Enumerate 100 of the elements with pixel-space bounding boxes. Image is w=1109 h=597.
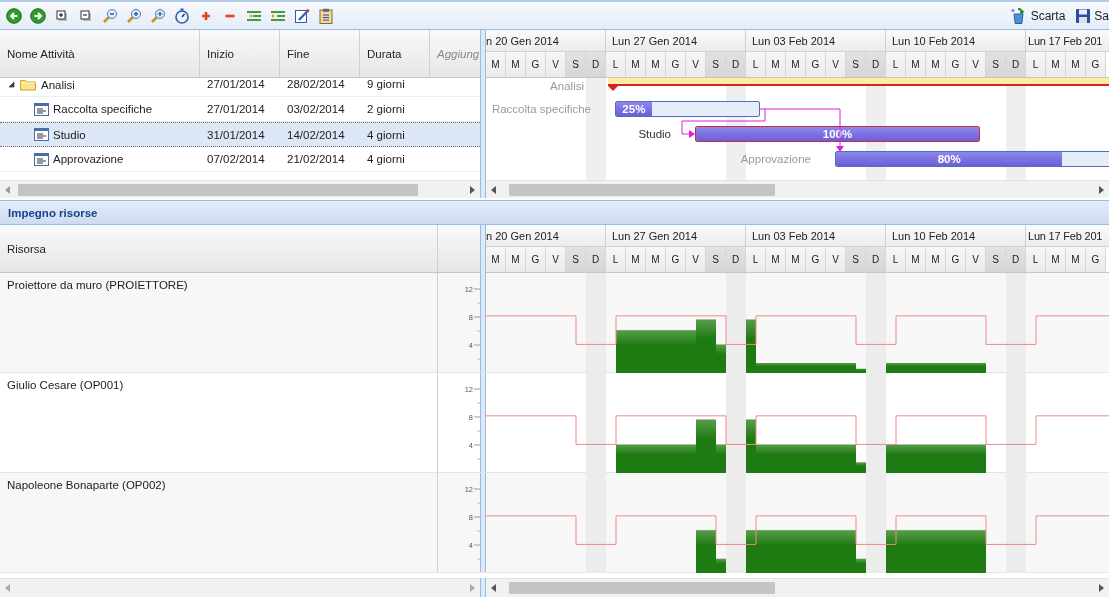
task-row[interactable]: Studio 31/01/2014 14/02/2014 4 giorni <box>0 122 480 147</box>
day-header: D <box>866 247 886 272</box>
column-header[interactable]: Nome Attività <box>0 30 200 77</box>
task-row[interactable]: Approvazione 07/02/2014 21/02/2014 4 giorni <box>0 147 480 172</box>
end-date: 21/02/2014 <box>287 153 345 165</box>
scroll-left-icon[interactable] <box>491 584 496 592</box>
column-header[interactable]: Durata <box>360 30 430 77</box>
edit-button[interactable] <box>294 7 310 24</box>
column-header <box>438 225 480 273</box>
day-header: D <box>726 247 746 272</box>
day-header: G <box>946 52 966 77</box>
column-header[interactable]: Fine <box>280 30 360 77</box>
day-header: L <box>1026 247 1046 272</box>
resource-name: Proiettore da muro (PROIETTORE) <box>7 279 188 291</box>
task-icon <box>34 152 49 166</box>
task-bar[interactable]: 100% <box>695 126 980 142</box>
scrollbar[interactable] <box>486 578 1109 597</box>
collapse-all-button[interactable] <box>78 7 94 24</box>
day-header: V <box>966 247 986 272</box>
week-header: Lun 17 Feb 201 <box>1027 228 1104 244</box>
day-header: G <box>946 247 966 272</box>
save-button[interactable]: Sa <box>1075 7 1109 24</box>
column-header[interactable]: Inizio <box>200 30 280 77</box>
day-header: V <box>826 247 846 272</box>
scrollbar-thumb[interactable] <box>509 582 775 594</box>
week-header: Lun 03 Feb 2014 <box>746 30 886 51</box>
day-header: L <box>886 52 906 77</box>
day-header: M <box>506 52 526 77</box>
day-header: L <box>1026 52 1046 77</box>
scroll-right-icon[interactable] <box>1099 584 1104 592</box>
end-date: 28/02/2014 <box>287 78 345 90</box>
scrollbar[interactable] <box>0 180 480 198</box>
day-header: M <box>786 247 806 272</box>
day-header: L <box>606 247 626 272</box>
week-header: Lun 17 Feb 201 <box>1027 33 1104 49</box>
day-header: G <box>1086 247 1106 272</box>
scroll-right-icon[interactable] <box>470 185 475 194</box>
progress-label: 80% <box>937 153 961 165</box>
y-axis <box>473 288 480 360</box>
week-header: n 20 Gen 2014 <box>486 225 606 246</box>
scrollbar[interactable] <box>486 180 1109 198</box>
day-header: M <box>626 52 646 77</box>
day-header: M <box>1046 52 1066 77</box>
day-header: M <box>786 52 806 77</box>
expand-icon[interactable] <box>8 81 15 88</box>
week-header: Lun 03 Feb 2014 <box>746 225 886 246</box>
day-header: M <box>646 247 666 272</box>
day-header: M <box>486 52 506 77</box>
day-header: D <box>1006 52 1026 77</box>
task-name: Approvazione <box>53 153 124 165</box>
day-header: S <box>566 52 586 77</box>
day-header: D <box>866 52 886 77</box>
bar-label: Raccolta specifiche <box>491 102 591 116</box>
week-header: Lun 10 Feb 2014 <box>886 225 1026 246</box>
day-header: V <box>966 52 986 77</box>
day-header: S <box>566 247 586 272</box>
day-header: S <box>846 247 866 272</box>
task-bar[interactable]: 25% <box>615 101 760 117</box>
discard-button[interactable]: Scarta <box>1009 7 1066 24</box>
day-header: D <box>1006 247 1026 272</box>
zoom-in-button[interactable] <box>126 7 142 24</box>
week-header: n 20 Gen 2014 <box>486 30 606 51</box>
bar-label: Studio <box>638 127 671 141</box>
duration: 9 giorni <box>367 78 405 90</box>
week-header: Lun 10 Feb 2014 <box>886 30 1026 51</box>
bar-label: Analisi <box>550 79 584 93</box>
day-header: M <box>906 52 926 77</box>
progress-label: 100% <box>822 128 853 140</box>
scrollbar-thumb[interactable] <box>18 183 418 196</box>
expand-all-button[interactable] <box>54 7 70 24</box>
task-icon <box>34 102 49 116</box>
floppy-icon <box>1075 7 1092 24</box>
scroll-right-icon[interactable] <box>1099 185 1104 194</box>
scroll-left-icon[interactable] <box>491 185 496 194</box>
day-header: M <box>1066 52 1086 77</box>
day-header: V <box>686 247 706 272</box>
zoom-fit-button[interactable] <box>150 7 166 24</box>
day-header: S <box>846 52 866 77</box>
day-header: L <box>746 52 766 77</box>
forward-button[interactable] <box>30 7 46 24</box>
day-header: V <box>686 52 706 77</box>
column-header[interactable]: Risorsa <box>0 225 438 273</box>
day-header: M <box>1066 247 1086 272</box>
day-header: M <box>486 247 506 272</box>
day-header: M <box>926 52 946 77</box>
resource-name: Napoleone Bonaparte (OP002) <box>7 479 166 491</box>
task-row[interactable]: Analisi 27/01/2014 28/02/2014 9 giorni <box>0 78 480 97</box>
day-header: S <box>986 247 1006 272</box>
day-header: V <box>826 52 846 77</box>
summary-bar[interactable] <box>608 78 1109 91</box>
back-button[interactable] <box>6 7 22 24</box>
scrollbar-thumb[interactable] <box>509 183 775 196</box>
start-date: 27/01/2014 <box>207 78 265 90</box>
task-bar[interactable]: 80% <box>835 151 1109 167</box>
day-header: M <box>766 247 786 272</box>
stopwatch-button[interactable] <box>174 7 190 24</box>
y-axis <box>473 488 480 560</box>
day-header: G <box>806 52 826 77</box>
zoom-out-button[interactable] <box>102 7 118 24</box>
clipboard-button[interactable] <box>318 7 334 24</box>
